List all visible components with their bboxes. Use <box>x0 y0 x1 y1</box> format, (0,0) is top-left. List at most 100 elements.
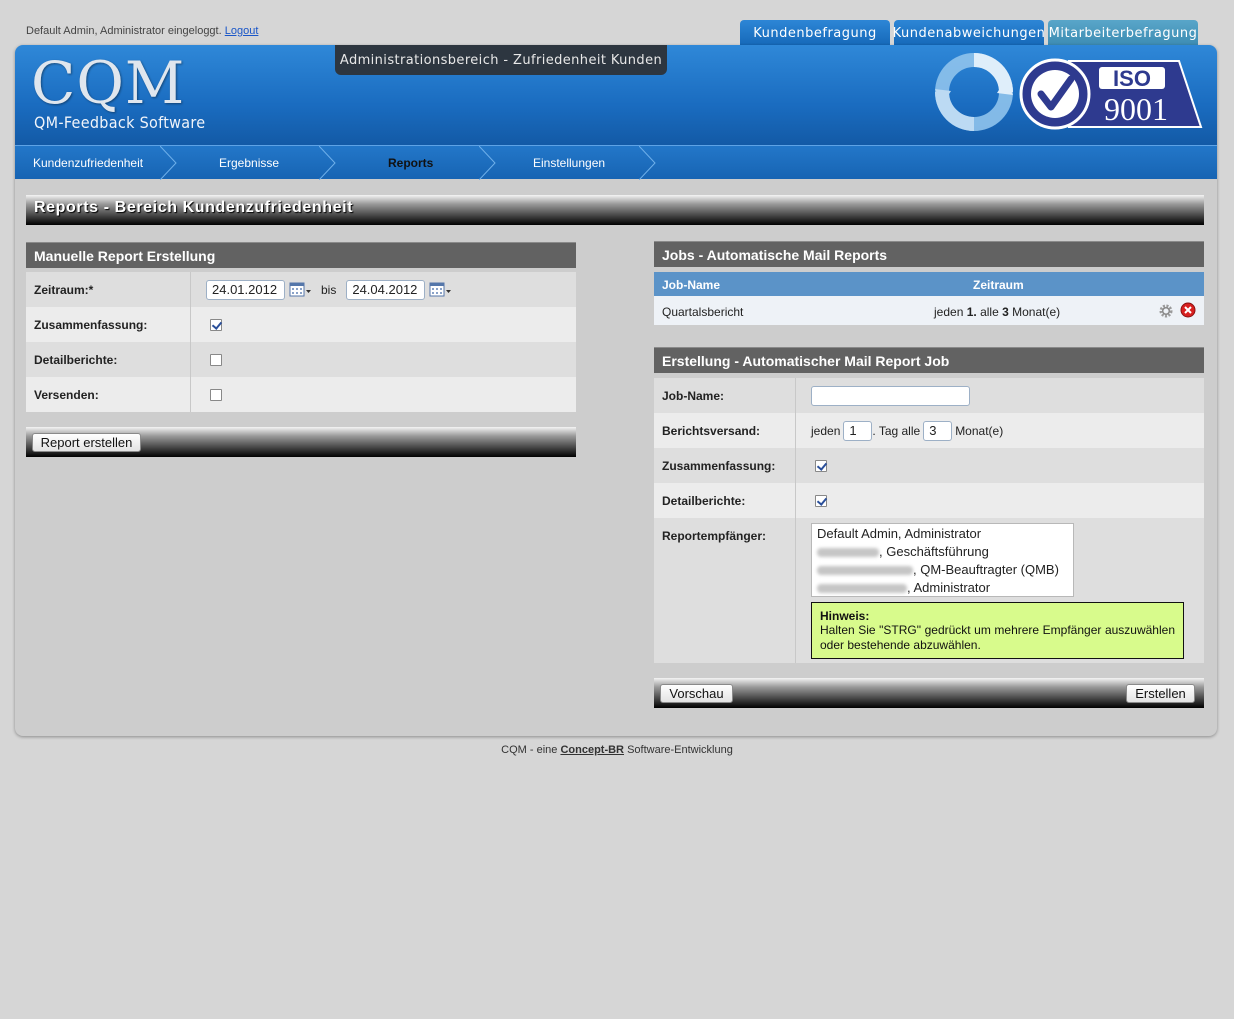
jobs-panel-title: Jobs - Automatische Mail Reports <box>654 241 1204 267</box>
date-to-input[interactable]: 24.04.2012 <box>346 279 426 300</box>
redacted-name <box>817 566 913 576</box>
zeitraum-label: Zeitraum:* <box>34 282 94 297</box>
recipient-listbox[interactable]: Default Admin, Administrator , Geschäfts… <box>811 523 1074 597</box>
nav-item-reports[interactable]: Reports <box>388 146 433 180</box>
zusammenfassung-checkbox[interactable] <box>210 318 222 331</box>
login-status: Default Admin, Administrator eingeloggt.… <box>26 25 258 37</box>
detailberichte-label: Detailberichte: <box>34 352 118 367</box>
list-item[interactable]: , QM-Beauftragter (QMB) <box>817 561 1068 579</box>
footer: CQM - eine Concept-BR Software-Entwicklu… <box>0 744 1234 756</box>
main-frame: CQM QM-Feedback Software Administrations… <box>15 45 1217 736</box>
manual-panel-title: Manuelle Report Erstellung <box>26 242 576 268</box>
list-item[interactable]: , Administrator <box>817 579 1068 596</box>
logo-subtitle: QM-Feedback Software <box>34 113 206 132</box>
versand-pre: jeden <box>811 423 841 438</box>
hint-text: Halten Sie "STRG" gedrückt um mehrere Em… <box>820 623 1175 652</box>
jobname-input[interactable] <box>811 385 970 406</box>
delete-icon[interactable] <box>1180 302 1196 318</box>
create-detailberichte-checkbox[interactable] <box>815 494 827 507</box>
zusammenfassung-row: Zusammenfassung: <box>26 307 576 342</box>
versand-mid: . Tag alle <box>872 423 921 438</box>
create-zusammenfassung-label: Zusammenfassung: <box>662 458 776 473</box>
versand-day-input[interactable]: 1 <box>843 420 873 441</box>
nav-separator-icon <box>639 146 656 180</box>
range-pre: jeden <box>934 305 964 319</box>
versand-row: Berichtsversand: jeden 1 . Tag alle 3 Mo… <box>654 413 1204 448</box>
create-zusammenfassung-checkbox[interactable] <box>815 459 827 472</box>
col-zeitraum: Zeitraum <box>973 278 1024 292</box>
versand-months-input[interactable]: 3 <box>923 420 953 441</box>
redacted-name <box>817 548 879 558</box>
footer-link[interactable]: Concept-BR <box>560 744 624 756</box>
erstellen-button[interactable]: Erstellen <box>1126 684 1195 703</box>
range-day: 1. <box>966 305 977 319</box>
empfaenger-row: Reportempfänger: Default Admin, Administ… <box>654 518 1204 663</box>
zusammenfassung-label: Zusammenfassung: <box>34 317 148 332</box>
range-months: 3 <box>1002 305 1009 319</box>
versenden-label: Versenden: <box>34 387 99 402</box>
detailberichte-checkbox[interactable] <box>210 353 222 366</box>
recipient-text: , QM-Beauftragter (QMB) <box>913 562 1059 577</box>
create-zusammenfassung-row: Zusammenfassung: <box>654 448 1204 483</box>
versand-post: Monat(e) <box>955 423 1004 438</box>
calendar-icon[interactable] <box>289 282 311 298</box>
tab-kundenbefragung[interactable]: Kundenbefragung <box>740 20 890 46</box>
jobs-table-header: Job-Name Zeitraum <box>654 272 1204 296</box>
empfaenger-label-cell: Reportempfänger: <box>654 518 796 663</box>
create-panel-title: Erstellung - Automatischer Mail Report J… <box>654 347 1204 373</box>
nav-separator-icon <box>479 146 496 180</box>
report-erstellen-button[interactable]: Report erstellen <box>32 433 141 452</box>
iso-9001-seal-icon: ISO 9001 <box>1019 58 1203 130</box>
date-from-input[interactable]: 24.01.2012 <box>206 279 285 300</box>
vorschau-button[interactable]: Vorschau <box>660 684 733 703</box>
hint-title: Hinweis: <box>820 609 870 623</box>
recipient-text: , Administrator <box>907 580 991 595</box>
main-nav: Kundenzufriedenheit Ergebnisse Reports E… <box>15 145 1217 180</box>
list-item[interactable]: Default Admin, Administrator <box>817 525 1068 543</box>
detailberichte-row: Detailberichte: <box>26 342 576 377</box>
footer-post: Software-Entwicklung <box>627 744 733 756</box>
footer-pre: CQM - eine <box>501 744 558 756</box>
zeitraum-row: Zeitraum:* 24.01.2012 bis 24.04.2012 <box>26 272 576 307</box>
svg-text:9001: 9001 <box>1104 91 1168 127</box>
login-text: Default Admin, Administrator eingeloggt. <box>26 25 222 37</box>
top-tabs: Kundenbefragung Kundenabweichungen Mitar… <box>740 20 1198 46</box>
nav-item-einstellungen[interactable]: Einstellungen <box>533 146 605 180</box>
jobname-row: Job-Name: <box>654 378 1204 413</box>
recipient-text: Default Admin, Administrator <box>817 526 982 541</box>
gear-icon[interactable] <box>1158 303 1174 319</box>
create-button-bar: Vorschau Erstellen <box>654 678 1204 708</box>
jobname-label: Job-Name: <box>662 388 725 403</box>
table-row[interactable]: Quartalsbericht jeden 1. alle 3 Monat(e) <box>654 296 1204 325</box>
create-detailberichte-row: Detailberichte: <box>654 483 1204 518</box>
job-range-cell: jeden 1. alle 3 Monat(e) <box>934 305 1060 319</box>
hint-box: Hinweis: Halten Sie "STRG" gedrückt um m… <box>811 602 1184 659</box>
calendar-icon[interactable] <box>429 282 452 298</box>
nav-item-ergebnisse[interactable]: Ergebnisse <box>219 146 279 180</box>
manual-button-bar: Report erstellen <box>26 427 576 457</box>
empfaenger-label: Reportempfänger: <box>662 529 767 543</box>
redacted-name <box>817 584 907 594</box>
nav-separator-icon <box>319 146 336 180</box>
col-job-name: Job-Name <box>662 278 721 292</box>
nav-separator-icon <box>160 146 177 180</box>
versand-label: Berichtsversand: <box>662 423 761 438</box>
versenden-row: Versenden: <box>26 377 576 412</box>
admin-title: Administrationsbereich - Zufriedenheit K… <box>335 45 667 75</box>
create-detailberichte-label: Detailberichte: <box>662 493 746 508</box>
versenden-checkbox[interactable] <box>210 388 222 401</box>
svg-text:ISO: ISO <box>1113 66 1151 91</box>
list-item[interactable]: , Geschäftsführung <box>817 543 1068 561</box>
logout-link[interactable]: Logout <box>225 25 259 37</box>
job-name-cell: Quartalsbericht <box>662 305 744 319</box>
logo: CQM <box>31 49 186 117</box>
tab-mitarbeiterbefragung[interactable]: Mitarbeiterbefragung <box>1048 20 1198 46</box>
nav-item-kundenzufriedenheit[interactable]: Kundenzufriedenheit <box>33 146 143 180</box>
bis-label: bis <box>321 282 337 297</box>
range-post: Monat(e) <box>1012 305 1061 319</box>
range-mid: alle <box>980 305 999 319</box>
process-cycle-icon <box>935 53 1013 131</box>
page-title: Reports - Bereich Kundenzufriedenheit <box>26 195 1204 225</box>
header: CQM QM-Feedback Software Administrations… <box>15 45 1217 145</box>
tab-kundenabweichungen[interactable]: Kundenabweichungen <box>893 20 1045 46</box>
